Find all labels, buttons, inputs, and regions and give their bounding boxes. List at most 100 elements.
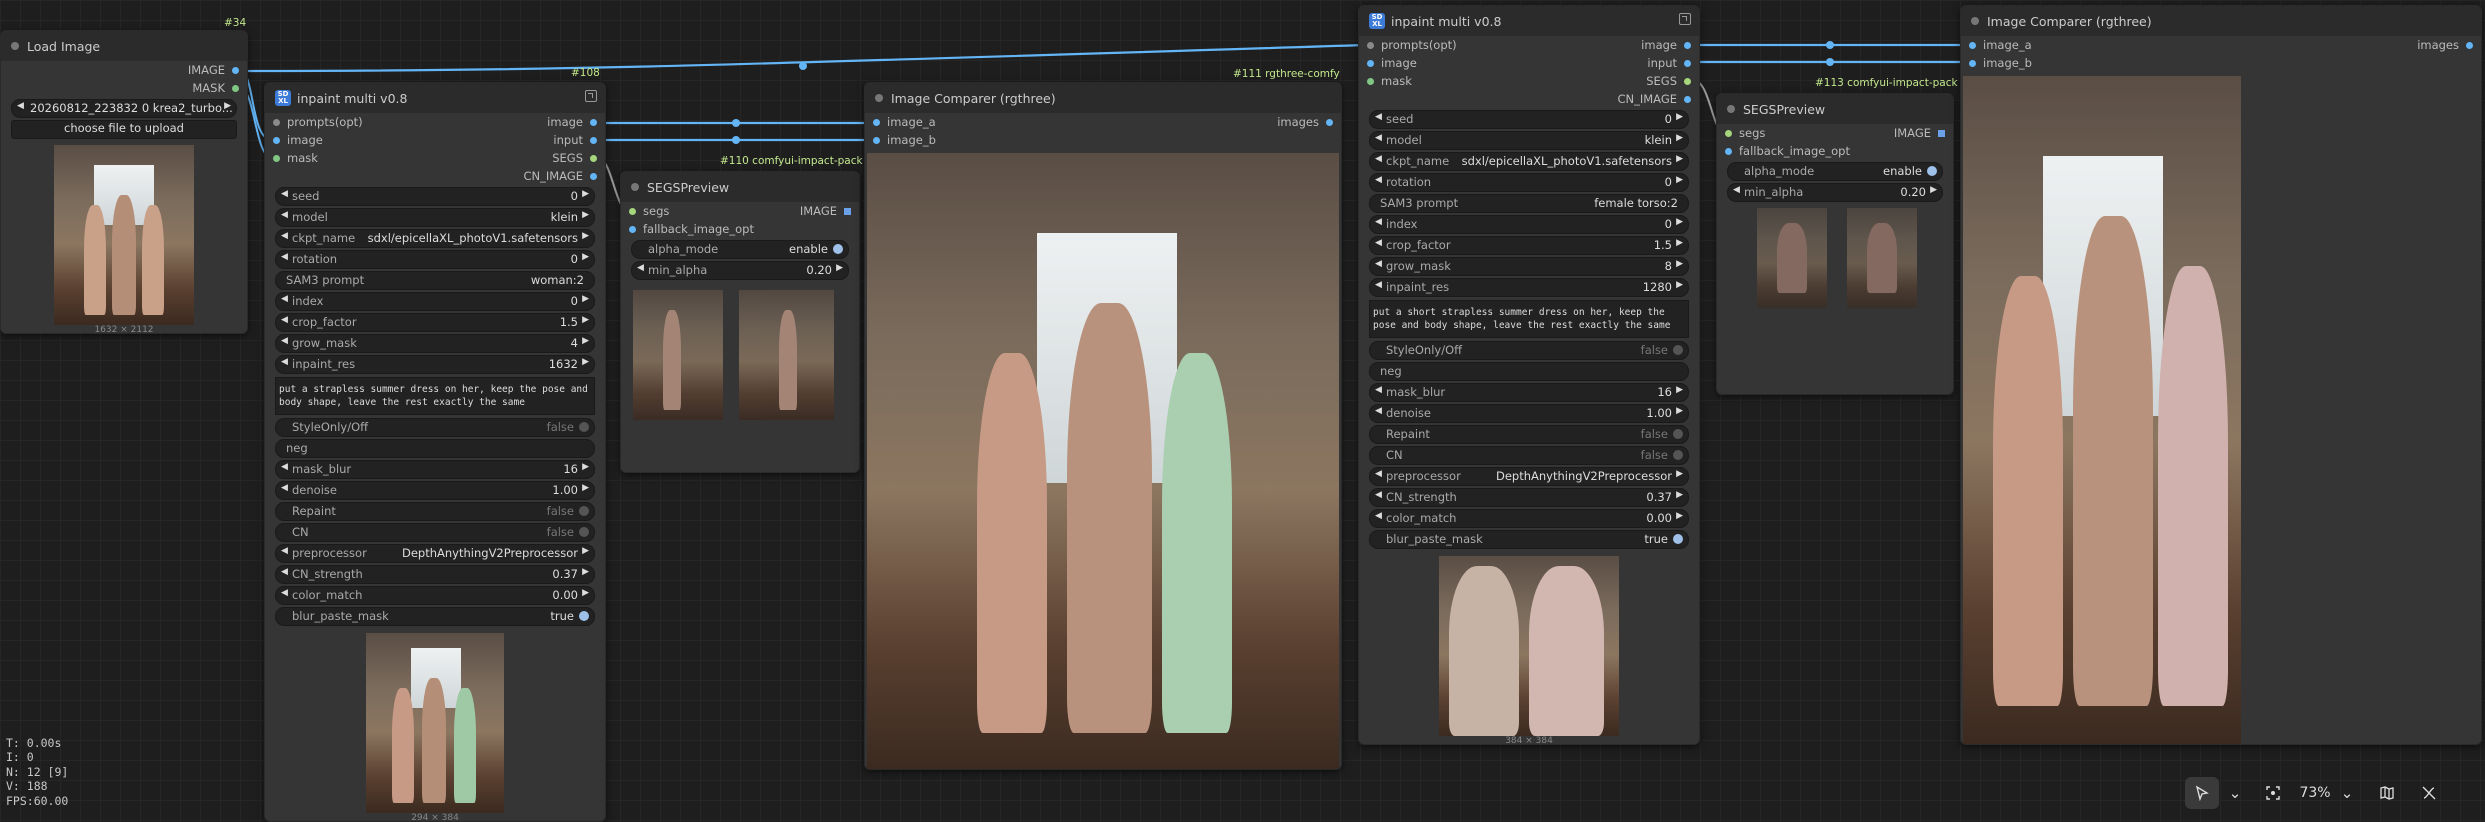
increment-arrow-icon[interactable]: ▶ [1676, 490, 1683, 500]
decrement-arrow-icon[interactable]: ◀ [637, 263, 644, 273]
increment-arrow-icon[interactable]: ▶ [582, 315, 589, 325]
seed-widget[interactable]: ◀ seed 0 ▶ [275, 187, 595, 206]
decrement-arrow-icon[interactable]: ◀ [281, 336, 288, 346]
image-comparer-node-1[interactable]: Image Comparer (rgthree) image_a images … [864, 82, 1342, 770]
node-title-bar[interactable]: Image Comparer (rgthree) [1961, 6, 2481, 36]
rotation-widget[interactable]: ◀ rotation 0 ▶ [275, 250, 595, 269]
segs-preview-node-1[interactable]: SEGSPreview segs IMAGE fallback_image_op… [620, 171, 860, 473]
index-widget[interactable]: ◀ index 0 ▶ [1369, 215, 1689, 234]
input-socket-prompts[interactable] [273, 118, 280, 126]
increment-arrow-icon[interactable]: ▶ [582, 588, 589, 598]
grow-mask-widget[interactable]: ◀ grow_mask 4 ▶ [275, 334, 595, 353]
collapse-dot-icon[interactable] [631, 183, 639, 191]
increment-arrow-icon[interactable]: ▶ [1930, 185, 1937, 195]
blur-paste-mask-toggle[interactable]: blur_paste_mask true [1369, 530, 1689, 549]
input-socket-image-b[interactable] [1969, 59, 1976, 67]
prev-arrow-icon[interactable]: ◀ [281, 231, 288, 241]
output-socket-image[interactable] [1684, 41, 1691, 49]
toggle-knob[interactable] [1673, 450, 1683, 460]
prompt-textarea[interactable]: put a short strapless summer dress on he… [1369, 300, 1689, 338]
image-comparer-node-2[interactable]: Image Comparer (rgthree) image_a images … [1960, 5, 2482, 745]
neg-prompt-input[interactable]: neg [1369, 362, 1689, 381]
minimap-icon[interactable] [2375, 777, 2399, 809]
prev-arrow-icon[interactable]: ◀ [1375, 469, 1382, 479]
min-alpha-widget[interactable]: ◀ min_alpha 0.20 ▶ [1727, 183, 1943, 202]
next-arrow-icon[interactable]: ▶ [1676, 154, 1683, 164]
seed-widget[interactable]: ◀ seed 0 ▶ [1369, 110, 1689, 129]
node-title-bar[interactable]: SEGSPreview [621, 172, 859, 202]
node-title-bar[interactable]: Load Image [1, 31, 247, 61]
toggle-knob[interactable] [579, 422, 589, 432]
prev-arrow-icon[interactable]: ◀ [17, 101, 24, 111]
next-arrow-icon[interactable]: ▶ [582, 231, 589, 241]
ckpt-name-widget[interactable]: ◀ ckpt_name sdxl/epicellaXL_photoV1.safete… [1369, 152, 1689, 171]
increment-arrow-icon[interactable]: ▶ [582, 462, 589, 472]
input-socket-mask[interactable] [273, 154, 280, 162]
toggle-knob[interactable] [579, 611, 589, 621]
decrement-arrow-icon[interactable]: ◀ [281, 315, 288, 325]
load-image-node[interactable]: Load Image IMAGE MASK ◀ 20260812_223832 … [0, 30, 248, 334]
toggle-knob[interactable] [1927, 166, 1937, 176]
decrement-arrow-icon[interactable]: ◀ [1375, 490, 1382, 500]
prev-arrow-icon[interactable]: ◀ [281, 546, 288, 556]
decrement-arrow-icon[interactable]: ◀ [281, 462, 288, 472]
decrement-arrow-icon[interactable]: ◀ [1375, 175, 1382, 185]
alpha-mode-toggle[interactable]: alpha_mode enable [1727, 162, 1943, 181]
decrement-arrow-icon[interactable]: ◀ [1375, 112, 1382, 122]
output-socket-cn-image[interactable] [590, 172, 597, 180]
increment-arrow-icon[interactable]: ▶ [1676, 511, 1683, 521]
input-socket-image[interactable] [273, 136, 280, 144]
next-arrow-icon[interactable]: ▶ [1676, 469, 1683, 479]
repaint-toggle[interactable]: Repaint false [275, 502, 595, 521]
next-arrow-icon[interactable]: ▶ [582, 546, 589, 556]
collapse-dot-icon[interactable] [875, 94, 883, 102]
decrement-arrow-icon[interactable]: ◀ [281, 294, 288, 304]
increment-arrow-icon[interactable]: ▶ [1676, 406, 1683, 416]
sam3-prompt-widget[interactable]: SAM3 prompt woman:2 [275, 271, 595, 290]
mask-blur-widget[interactable]: ◀ mask_blur 16 ▶ [275, 460, 595, 479]
input-socket-fallback-image[interactable] [629, 225, 636, 233]
output-socket-image[interactable] [590, 118, 597, 126]
output-socket-mask[interactable] [232, 84, 239, 92]
inpaint-multi-node-1[interactable]: SD XL inpaint multi v0.8 prompts(opt) im… [264, 82, 606, 822]
input-socket-image-a[interactable] [873, 118, 880, 126]
decrement-arrow-icon[interactable]: ◀ [1375, 280, 1382, 290]
prev-arrow-icon[interactable]: ◀ [1375, 133, 1382, 143]
decrement-arrow-icon[interactable]: ◀ [1375, 238, 1382, 248]
decrement-arrow-icon[interactable]: ◀ [1375, 511, 1382, 521]
inpaint-res-widget[interactable]: ◀ inpaint_res 1280 ▶ [1369, 278, 1689, 297]
increment-arrow-icon[interactable]: ▶ [582, 357, 589, 367]
input-socket-prompts[interactable] [1367, 41, 1374, 49]
color-match-widget[interactable]: ◀ color_match 0.00 ▶ [1369, 509, 1689, 528]
output-socket-segs[interactable] [1684, 77, 1691, 85]
decrement-arrow-icon[interactable]: ◀ [281, 483, 288, 493]
expand-icon[interactable] [1679, 13, 1691, 25]
decrement-arrow-icon[interactable]: ◀ [1375, 406, 1382, 416]
next-arrow-icon[interactable]: ▶ [582, 210, 589, 220]
increment-arrow-icon[interactable]: ▶ [582, 189, 589, 199]
output-socket-images[interactable] [2466, 41, 2473, 49]
increment-arrow-icon[interactable]: ▶ [582, 252, 589, 262]
input-socket-image-a[interactable] [1969, 41, 1976, 49]
decrement-arrow-icon[interactable]: ◀ [1733, 185, 1740, 195]
increment-arrow-icon[interactable]: ▶ [1676, 217, 1683, 227]
collapse-dot-icon[interactable] [1971, 17, 1979, 25]
output-socket-image[interactable] [232, 66, 239, 74]
color-match-widget[interactable]: ◀ color_match 0.00 ▶ [275, 586, 595, 605]
collapse-dot-icon[interactable] [1727, 105, 1735, 113]
grow-mask-widget[interactable]: ◀ grow_mask 8 ▶ [1369, 257, 1689, 276]
crop-factor-widget[interactable]: ◀ crop_factor 1.5 ▶ [275, 313, 595, 332]
inpaint-res-widget[interactable]: ◀ inpaint_res 1632 ▶ [275, 355, 595, 374]
mask-blur-widget[interactable]: ◀ mask_blur 16 ▶ [1369, 383, 1689, 402]
input-socket-fallback-image[interactable] [1725, 147, 1732, 155]
decrement-arrow-icon[interactable]: ◀ [1375, 259, 1382, 269]
output-socket-images[interactable] [1326, 118, 1333, 126]
min-alpha-widget[interactable]: ◀ min_alpha 0.20 ▶ [631, 261, 849, 280]
increment-arrow-icon[interactable]: ▶ [582, 567, 589, 577]
increment-arrow-icon[interactable]: ▶ [582, 483, 589, 493]
toggle-knob[interactable] [833, 244, 843, 254]
comparison-image[interactable] [1963, 76, 2241, 744]
sam3-prompt-widget[interactable]: SAM3 prompt female torso:2 [1369, 194, 1689, 213]
alpha-mode-toggle[interactable]: alpha_mode enable [631, 240, 849, 259]
cn-toggle[interactable]: CN false [275, 523, 595, 542]
